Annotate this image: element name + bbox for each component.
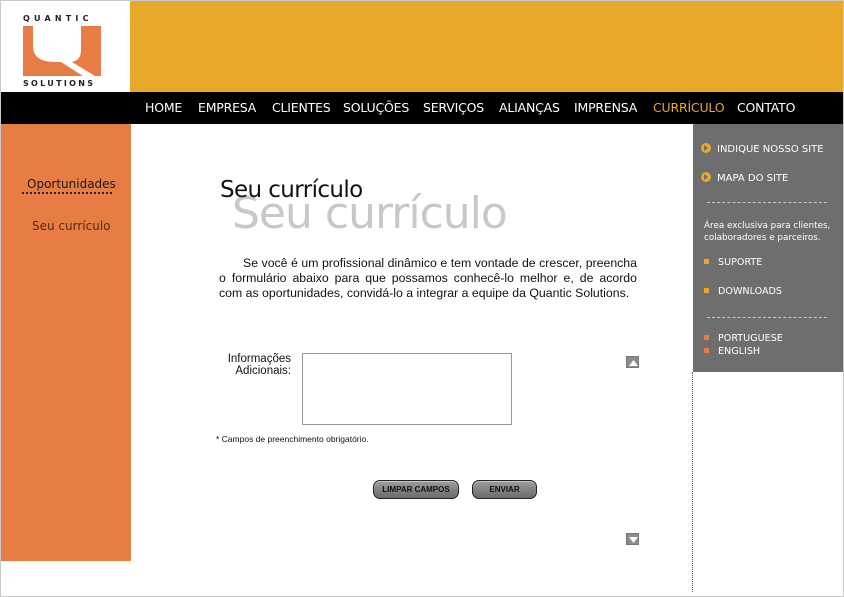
bullet-icon	[704, 259, 709, 264]
language-portuguese[interactable]: PORTUGUESE	[704, 333, 783, 344]
language-portuguese-label: PORTUGUESE	[718, 333, 783, 344]
logo-text-bottom: SOLUTIONS	[23, 79, 96, 88]
logo-q-icon	[23, 26, 101, 76]
left-sidebar: Oportunidades Seu currículo	[1, 124, 131, 561]
sidebar-item-seu-curriculo[interactable]: Seu currículo	[32, 219, 111, 233]
exclusive-area-text: Área exclusiva para clientes, colaborado…	[704, 221, 831, 243]
required-fields-note: * Campos de preenchimento obrigatório.	[216, 434, 369, 444]
intro-text: Se você é um profissional dinâmico e tem…	[219, 256, 637, 300]
additional-info-field[interactable]	[302, 353, 512, 425]
right-panel: INDIQUE NOSSO SITE MAPA DO SITE Área exc…	[693, 124, 843, 372]
logo[interactable]: QUANTIC SOLUTIONS	[1, 1, 130, 92]
bullet-icon	[704, 288, 709, 293]
arrow-circle-icon	[701, 172, 711, 182]
scroll-down-icon[interactable]	[626, 533, 639, 545]
site-map-label: MAPA DO SITE	[717, 173, 789, 184]
main-nav: HOME EMPRESA CLIENTES SOLUÇÕES SERVIÇOS …	[1, 92, 843, 124]
clear-fields-button[interactable]: LIMPAR CAMPOS	[373, 480, 459, 499]
label-line-1: Informações	[227, 353, 291, 365]
send-button[interactable]: ENVIAR	[472, 480, 537, 499]
header-banner	[130, 1, 843, 92]
language-english-label: ENGLISH	[718, 346, 761, 357]
nav-imprensa[interactable]: IMPRENSA	[574, 100, 637, 115]
scroll-up-icon[interactable]	[626, 356, 639, 368]
nav-aliancas[interactable]: ALIANÇAS	[499, 100, 560, 115]
indique-site-link[interactable]: INDIQUE NOSSO SITE	[701, 143, 824, 155]
sidebar-title: Oportunidades	[27, 177, 116, 191]
panel-divider	[707, 202, 827, 203]
sidebar-divider	[22, 192, 112, 194]
nav-clientes[interactable]: CLIENTES	[272, 100, 331, 115]
nav-contato[interactable]: CONTATO	[737, 100, 795, 115]
additional-info-label: Informações Adicionais:	[214, 353, 291, 377]
support-label: SUPORTE	[718, 257, 763, 268]
language-english[interactable]: ENGLISH	[704, 346, 760, 357]
nav-curriculo[interactable]: CURRÍCULO	[653, 100, 725, 115]
nav-home[interactable]: HOME	[145, 100, 182, 115]
label-line-2: Adicionais:	[235, 365, 291, 377]
nav-empresa[interactable]: EMPRESA	[198, 100, 256, 115]
nav-servicos[interactable]: SERVIÇOS	[423, 100, 484, 115]
logo-text-top: QUANTIC	[23, 14, 93, 23]
page-title: Seu currículo	[220, 177, 363, 203]
site-map-link[interactable]: MAPA DO SITE	[701, 172, 788, 184]
support-link[interactable]: SUPORTE	[704, 257, 762, 268]
arrow-circle-icon	[701, 143, 711, 153]
downloads-link[interactable]: DOWNLOADS	[704, 286, 782, 297]
bullet-icon	[704, 348, 709, 353]
panel-divider	[707, 317, 827, 318]
indique-site-label: INDIQUE NOSSO SITE	[717, 144, 824, 155]
nav-solucoes[interactable]: SOLUÇÕES	[343, 100, 409, 115]
downloads-label: DOWNLOADS	[718, 286, 783, 297]
right-divider	[692, 372, 693, 592]
bullet-icon	[704, 335, 709, 340]
